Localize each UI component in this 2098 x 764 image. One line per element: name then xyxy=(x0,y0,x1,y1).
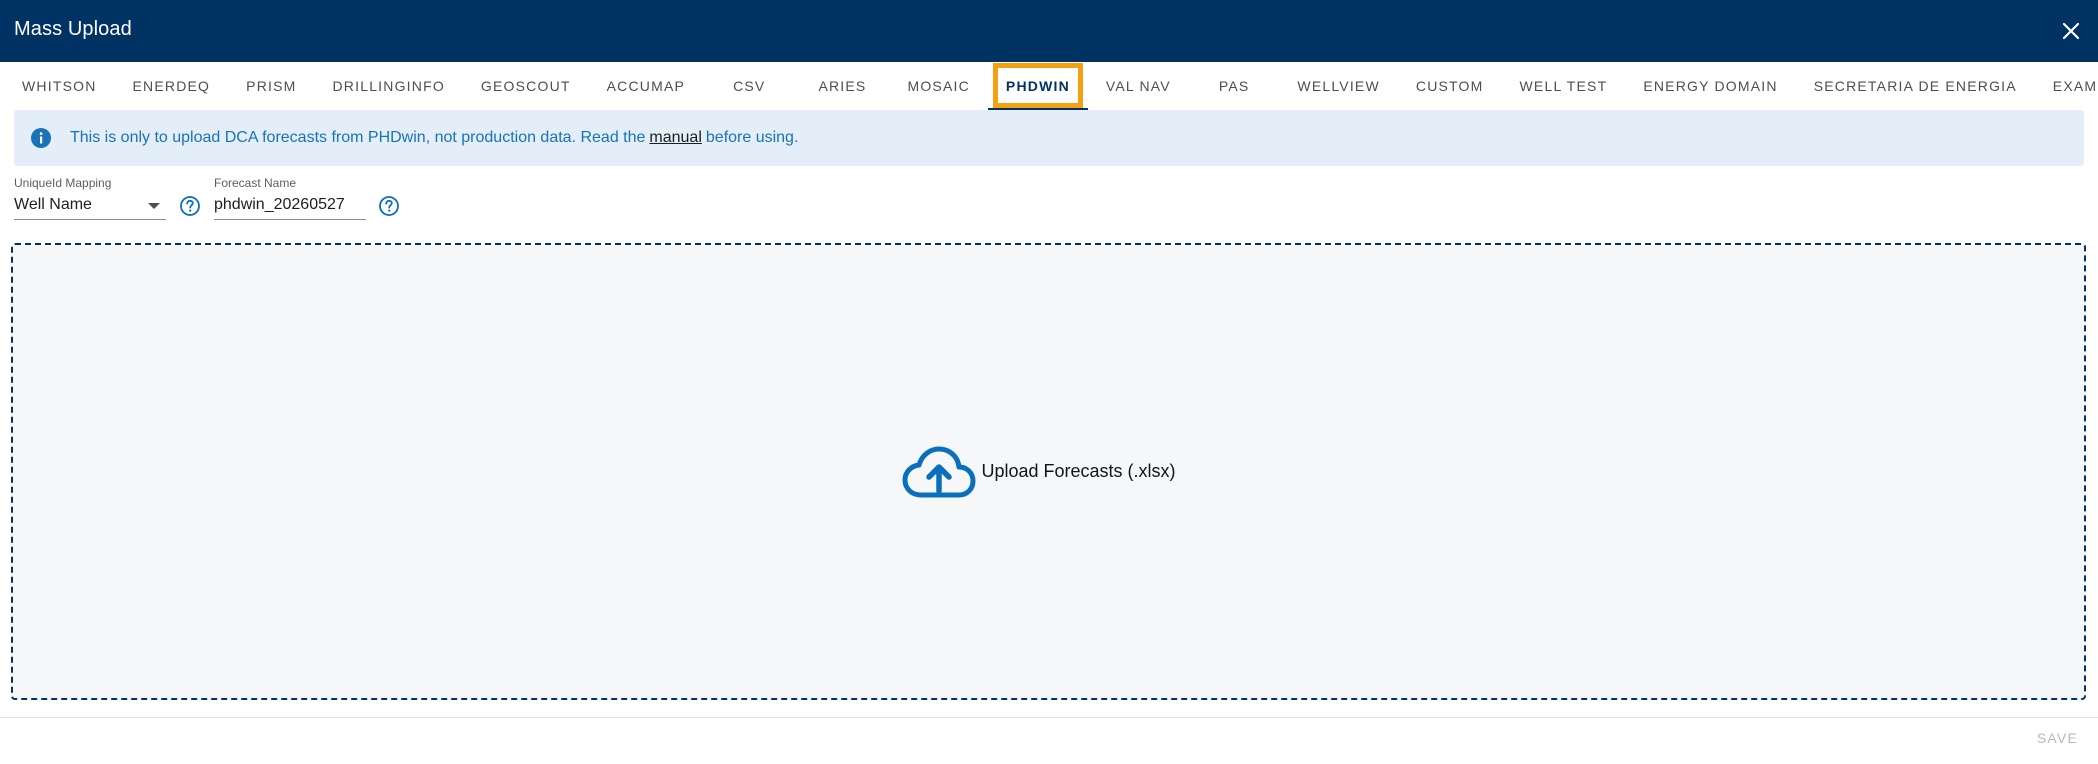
tab-label: VAL NAV xyxy=(1105,78,1171,94)
tab-val-nav[interactable]: VAL NAV xyxy=(1088,62,1189,110)
tab-secretaria-de-energia[interactable]: SECRETARIA DE ENERGIA xyxy=(1796,62,2035,110)
tab-mosaic[interactable]: MOSAIC xyxy=(889,62,987,110)
info-text: This is only to upload DCA forecasts fro… xyxy=(70,129,646,146)
uid-mapping-selected: Well Name xyxy=(14,196,92,213)
forecast-name-input[interactable]: phdwin_20260527 xyxy=(214,194,366,220)
tab-label: ENERGY DOMAIN xyxy=(1643,78,1778,94)
forecast-name-label: Forecast Name xyxy=(214,176,297,190)
tab-label: GEOSCOUT xyxy=(480,78,571,94)
tab-wellview[interactable]: WELLVIEW xyxy=(1279,62,1397,110)
tab-label: WHITSON xyxy=(22,78,97,94)
upload-label: Upload Forecasts (.xlsx) xyxy=(981,461,1176,481)
info-icon xyxy=(30,127,52,149)
manual-link[interactable]: manual xyxy=(649,129,701,147)
tab-examples[interactable]: EXAMPLES xyxy=(2035,62,2098,110)
tab-aries[interactable]: ARIES xyxy=(795,62,889,110)
info-text-suffix: before using. xyxy=(705,129,799,146)
tab-label: WELL TEST xyxy=(1519,78,1608,94)
tab-drillinginfo[interactable]: DRILLINGINFO xyxy=(315,62,463,110)
forecast-name-help-button[interactable] xyxy=(378,195,400,217)
tab-label: PHDWIN xyxy=(1005,78,1070,94)
tab-energy-domain[interactable]: ENERGY DOMAIN xyxy=(1625,62,1795,110)
tab-label: WELLVIEW xyxy=(1297,78,1380,94)
tab-label: CUSTOM xyxy=(1415,78,1484,94)
tab-prism[interactable]: PRISM xyxy=(228,62,314,110)
tab-label: EXAMPLES xyxy=(2052,78,2098,94)
tab-label: ARIES xyxy=(818,78,867,94)
tab-accumap[interactable]: ACCUMAP xyxy=(589,62,703,110)
tab-label: PAS xyxy=(1218,78,1250,94)
dialog-title: Mass Upload xyxy=(14,18,132,40)
close-button[interactable] xyxy=(2058,18,2084,44)
upload-prompt: Upload Forecasts (.xlsx) xyxy=(901,443,1176,501)
mass-upload-dialog: Mass Upload WHITSON ENERDEQ PRISM DRILLI… xyxy=(0,0,2098,764)
upload-dropzone[interactable]: Upload Forecasts (.xlsx) xyxy=(11,243,2086,700)
tab-enerdeq[interactable]: ENERDEQ xyxy=(115,62,229,110)
help-icon xyxy=(180,196,200,216)
tab-label: SECRETARIA DE ENERGIA xyxy=(1813,78,2017,94)
tab-label: PRISM xyxy=(246,78,297,94)
tab-csv[interactable]: CSV xyxy=(703,62,795,110)
chevron-down-icon xyxy=(148,203,160,209)
dialog-header: Mass Upload xyxy=(0,0,2098,62)
tab-label: CSV xyxy=(733,78,766,94)
tab-geoscout[interactable]: GEOSCOUT xyxy=(463,62,589,110)
uid-mapping-label: UniqueId Mapping xyxy=(14,176,112,190)
tab-well-test[interactable]: WELL TEST xyxy=(1502,62,1626,110)
save-button[interactable]: SAVE xyxy=(2037,730,2078,746)
tab-custom[interactable]: CUSTOM xyxy=(1398,62,1502,110)
info-banner: This is only to upload DCA forecasts fro… xyxy=(14,110,2084,166)
uid-mapping-select[interactable]: UniqueId Mapping Well Name xyxy=(14,176,166,220)
source-tabs: WHITSON ENERDEQ PRISM DRILLINGINFO GEOSC… xyxy=(0,62,2098,110)
tab-phdwin[interactable]: PHDWIN xyxy=(987,62,1088,110)
close-icon xyxy=(2062,22,2080,40)
tab-label: ACCUMAP xyxy=(606,78,686,94)
forecast-name-field[interactable]: Forecast Name phdwin_20260527 xyxy=(214,176,366,220)
tab-label: ENERDEQ xyxy=(132,78,211,94)
tab-whitson[interactable]: WHITSON xyxy=(4,62,115,110)
tab-pas[interactable]: PAS xyxy=(1189,62,1280,110)
uid-mapping-help-button[interactable] xyxy=(179,195,201,217)
uid-mapping-value[interactable]: Well Name xyxy=(14,194,166,220)
footer-divider xyxy=(0,717,2098,718)
cloud-upload-icon xyxy=(902,446,976,497)
help-icon xyxy=(379,196,399,216)
tab-label: DRILLINGINFO xyxy=(332,78,445,94)
tab-label: MOSAIC xyxy=(907,78,970,94)
